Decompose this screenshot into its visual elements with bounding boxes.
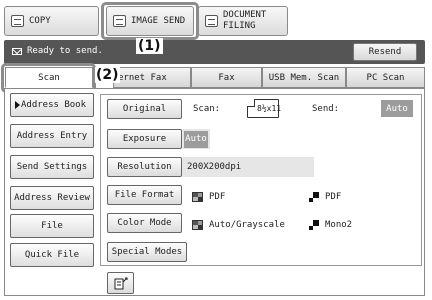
tab-copy[interactable]: COPY xyxy=(4,6,99,36)
tab-copy-label: COPY xyxy=(29,16,51,26)
tab-pc-scan[interactable]: PC Scan xyxy=(346,67,425,88)
address-book-button[interactable]: Address Book xyxy=(10,93,94,117)
address-review-button[interactable]: Address Review xyxy=(10,186,94,210)
scan-label: Scan: xyxy=(193,104,221,114)
color-mode-color-value: Auto/Grayscale xyxy=(209,220,285,230)
tab-internet-fax[interactable]: ernet Fax xyxy=(113,67,191,88)
tab-fax[interactable]: Fax xyxy=(191,67,262,88)
file-button[interactable]: File xyxy=(10,214,94,238)
callout-1: (1) xyxy=(136,38,163,54)
settings-panel: Original Scan: 8½x11 Send: Auto Exposure… xyxy=(100,94,422,266)
send-auto-value: Auto xyxy=(381,100,413,117)
send-label: Send: xyxy=(312,104,340,114)
image-send-icon xyxy=(113,15,126,27)
copy-icon xyxy=(11,15,24,27)
address-book-label: Address Book xyxy=(21,100,87,110)
mono-blocks-icon xyxy=(309,192,319,202)
file-format-button[interactable]: File Format xyxy=(107,185,182,205)
status-bar: Ready to send. Resend xyxy=(4,40,425,64)
tab-document-filing[interactable]: DOCUMENT FILING xyxy=(198,6,288,36)
tab-usb-mem-scan[interactable]: USB Mem. Scan xyxy=(262,67,346,88)
mono-blocks-icon xyxy=(309,220,319,230)
document-edit-icon xyxy=(114,277,127,290)
color-blocks-icon xyxy=(192,220,203,230)
tab-document-filing-label-2: FILING xyxy=(223,21,256,31)
resend-button[interactable]: Resend xyxy=(353,43,417,61)
document-filing-icon xyxy=(205,15,218,27)
resolution-value: 200X200dpi xyxy=(182,157,314,177)
scan-size-value: 8½x11 xyxy=(257,104,282,113)
exposure-auto-value: Auto xyxy=(184,130,208,148)
document-edit-button[interactable] xyxy=(107,272,134,294)
callout-2: (2) xyxy=(95,67,120,83)
color-mode-mono-value: Mono2 xyxy=(325,220,353,230)
file-format-color-value: PDF xyxy=(209,192,226,202)
original-button[interactable]: Original xyxy=(107,99,182,119)
special-modes-button[interactable]: Special Modes xyxy=(107,242,187,262)
envelope-icon xyxy=(12,47,22,55)
exposure-button[interactable]: Exposure xyxy=(107,129,182,149)
tab-scan[interactable]: Scan xyxy=(5,67,93,88)
status-text: Ready to send. xyxy=(27,46,103,56)
paper-size-icon: 8½x11 xyxy=(247,99,282,118)
resolution-button[interactable]: Resolution xyxy=(107,157,182,177)
quick-file-button[interactable]: Quick File xyxy=(10,243,94,267)
address-entry-button[interactable]: Address Entry xyxy=(10,124,94,148)
send-settings-button[interactable]: Send Settings xyxy=(10,155,94,179)
tab-image-send-label: IMAGE SEND xyxy=(131,16,186,26)
color-blocks-icon xyxy=(192,192,203,202)
tab-image-send[interactable]: IMAGE SEND xyxy=(106,6,194,36)
color-mode-button[interactable]: Color Mode xyxy=(107,213,182,233)
file-format-mono-value: PDF xyxy=(325,192,342,202)
tab-document-filing-label-1: DOCUMENT xyxy=(223,10,267,20)
